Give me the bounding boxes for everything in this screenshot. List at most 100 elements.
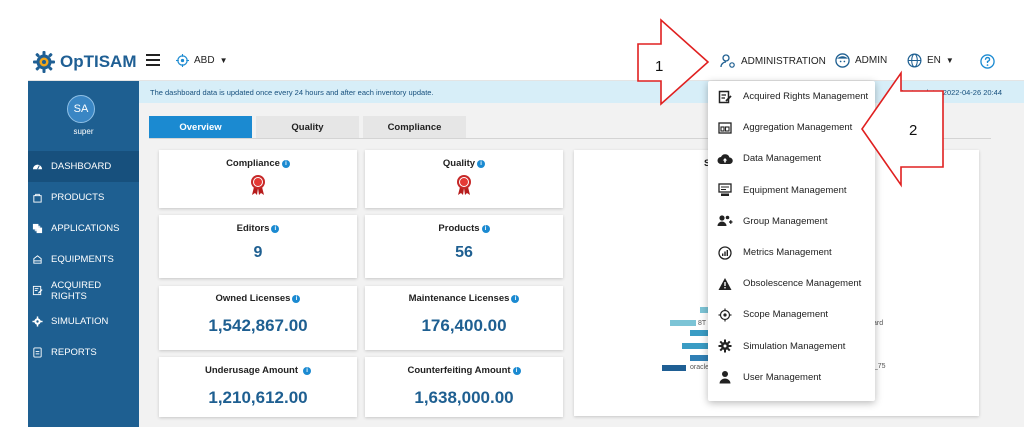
sidebar-item-simulation[interactable]: SIMULATION	[28, 306, 139, 337]
sidebar-item-equipments[interactable]: EQUIPMENTS	[28, 244, 139, 275]
gear-icon	[718, 339, 732, 353]
owned-licenses-card: Owned Licenses i 1,542,867.00	[159, 286, 357, 350]
language-label: EN	[927, 55, 941, 66]
callout-number-2: 2	[909, 122, 918, 139]
menu-item-label: Simulation Management	[743, 340, 846, 352]
menu-item-label: Obsolescence Management	[743, 278, 862, 290]
caret-down-icon: ▼	[945, 56, 954, 65]
globe-icon	[907, 53, 922, 68]
app-logo[interactable]: OpTISAM	[32, 49, 137, 75]
tab-overview[interactable]: Overview	[149, 116, 252, 138]
info-icon[interactable]: i	[271, 224, 280, 233]
menu-item-scope-management[interactable]: Scope Management	[708, 299, 875, 330]
update-info-bar: The dashboard data is updated once every…	[139, 81, 1024, 103]
menu-item-label: Equipment Management	[743, 184, 847, 196]
callout-number-1: 1	[655, 58, 664, 75]
tab-quality[interactable]: Quality	[256, 116, 359, 138]
user-menu[interactable]: ADMIN	[835, 53, 887, 68]
sidebar-item-products[interactable]: PRODUCTS	[28, 182, 139, 213]
applications-icon	[32, 223, 43, 234]
products-icon	[33, 193, 42, 203]
avatar[interactable]: SA	[67, 95, 95, 123]
menu-item-obsolescence-management[interactable]: Obsolescence Management	[708, 268, 875, 299]
menu-item-label: Scope Management	[743, 309, 829, 321]
menu-item-acquired-rights-management[interactable]: Acquired Rights Management	[708, 81, 875, 112]
menu-item-label: User Management	[743, 371, 822, 383]
administration-menu[interactable]: ADMINISTRATION	[720, 53, 826, 69]
app-name: OpTISAM	[60, 52, 137, 71]
card-title: Editors	[236, 223, 270, 234]
maintenance-licenses-card: Maintenance Licenses i 176,400.00	[365, 286, 563, 350]
info-icon[interactable]: i	[481, 224, 490, 233]
scope-selector[interactable]: ABD ▼	[176, 54, 227, 67]
sidebar-item-applications[interactable]: APPLICATIONS	[28, 213, 139, 244]
sidebar-item-dashboard[interactable]: DASHBOARD	[28, 151, 139, 182]
menu-item-label: Metrics Management	[743, 247, 832, 259]
gear-logo-icon	[33, 51, 55, 73]
admin-label: ADMIN	[855, 55, 888, 66]
menu-item-group-management[interactable]: Group Management	[708, 206, 875, 237]
chart-bar[interactable]	[682, 343, 710, 349]
info-icon[interactable]: i	[292, 294, 301, 303]
simulation-icon	[32, 316, 43, 327]
cloud-upload-icon	[717, 154, 733, 164]
aggregation-management-icon	[718, 122, 732, 134]
info-icon[interactable]: i	[303, 366, 312, 375]
language-selector[interactable]: EN ▼	[907, 53, 954, 68]
info-icon[interactable]: i	[477, 159, 486, 168]
group-management-icon	[717, 215, 733, 227]
card-title: Products	[438, 223, 480, 234]
chart-bar[interactable]	[690, 355, 710, 361]
sidebar-nav: DASHBOARD PRODUCTS APPLICATIONS EQUIPMEN…	[28, 151, 139, 368]
warning-icon	[718, 277, 732, 290]
card-title: Compliance	[226, 158, 280, 169]
help-button[interactable]	[980, 54, 995, 69]
menu-item-label: Aggregation Management	[743, 122, 853, 134]
menu-item-aggregation-management[interactable]: Aggregation Management	[708, 112, 875, 143]
award-badge-icon	[251, 175, 265, 195]
info-icon[interactable]: i	[511, 294, 520, 303]
admin-person-icon	[720, 54, 735, 68]
reports-icon	[33, 347, 42, 358]
next-update-text: Next update: 2022-04-26 20:44	[898, 88, 1002, 97]
tab-compliance[interactable]: Compliance	[363, 116, 466, 138]
info-icon[interactable]: i	[281, 159, 290, 168]
products-card: Products i 56	[365, 215, 563, 278]
card-title: Counterfeiting Amount	[407, 365, 511, 376]
sidebar-item-label: APPLICATIONS	[51, 223, 120, 234]
maintenance-licenses-value: 176,400.00	[421, 316, 507, 335]
editors-card: Editors i 9	[159, 215, 357, 278]
scope-label: ABD	[194, 55, 215, 66]
user-icon	[719, 371, 731, 384]
administration-label: ADMINISTRATION	[741, 55, 826, 67]
menu-item-label: Acquired Rights Management	[743, 91, 869, 103]
sidebar-item-reports[interactable]: REPORTS	[28, 337, 139, 368]
dashboard-icon	[32, 164, 43, 170]
card-title: Underusage Amount	[204, 365, 299, 376]
acquired-rights-icon	[32, 285, 43, 296]
menu-toggle-icon[interactable]	[146, 54, 160, 68]
quality-card: Quality i	[365, 150, 563, 208]
sidebar-item-acquired-rights[interactable]: ACQUIRED RIGHTS	[28, 275, 139, 306]
chart-bar-label: 8T	[698, 320, 707, 327]
info-icon[interactable]: i	[512, 366, 521, 375]
menu-item-equipment-management[interactable]: Equipment Management	[708, 175, 875, 206]
chart-bar-label: oracle	[690, 364, 710, 371]
card-title: Maintenance Licenses	[408, 293, 510, 304]
menu-item-metrics-management[interactable]: Metrics Management	[708, 237, 875, 268]
menu-item-label: Data Management	[743, 153, 822, 165]
menu-item-data-management[interactable]: Data Management	[708, 143, 875, 174]
sidebar-item-label: ACQUIRED RIGHTS	[51, 279, 102, 302]
underusage-amount-value: 1,210,612.00	[208, 388, 308, 407]
underusage-amount-card: Underusage Amount i 1,210,612.00	[159, 357, 357, 417]
chart-bar[interactable]	[670, 320, 696, 326]
chart-bar[interactable]	[690, 330, 710, 336]
owned-licenses-value: 1,542,867.00	[208, 316, 308, 335]
caret-down-icon: ▼	[219, 56, 228, 65]
editors-value: 9	[253, 244, 263, 261]
menu-item-simulation-management[interactable]: Simulation Management	[708, 331, 875, 362]
chart-bar[interactable]	[662, 365, 686, 371]
menu-item-user-management[interactable]: User Management	[708, 362, 875, 393]
counterfeiting-amount-value: 1,638,000.00	[414, 388, 514, 407]
metrics-management-icon	[718, 245, 732, 260]
